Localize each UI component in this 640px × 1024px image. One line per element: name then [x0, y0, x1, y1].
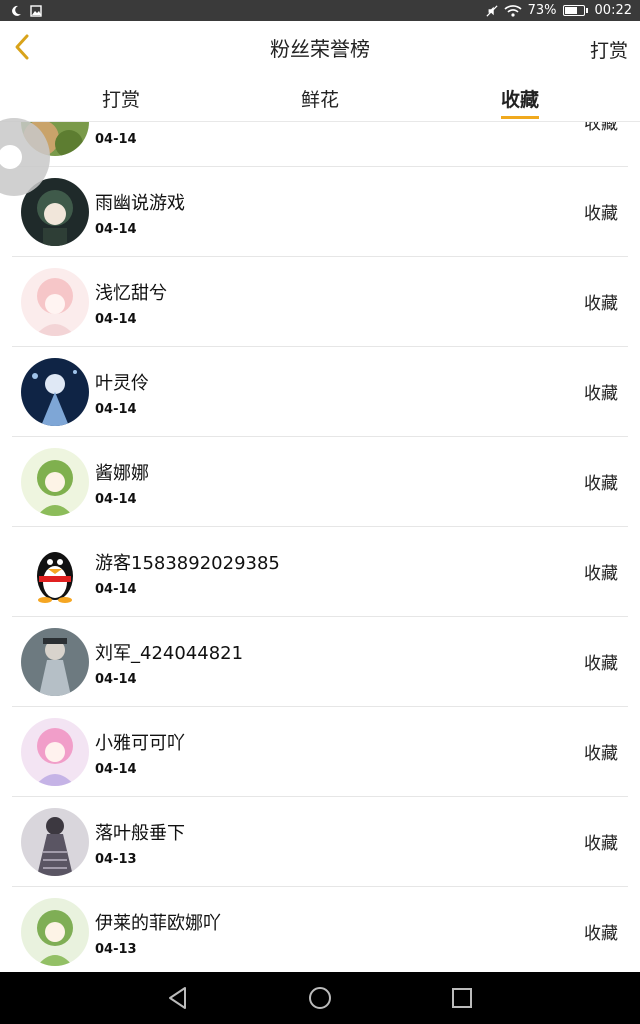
- wifi-icon: [504, 5, 522, 17]
- image-icon: [30, 4, 42, 17]
- moon-icon: [10, 5, 22, 17]
- battery-percent: 73%: [527, 3, 557, 18]
- user-name: 叶灵伶: [95, 373, 149, 394]
- avatar: [21, 358, 89, 426]
- list-item[interactable]: 04-14 收藏: [12, 122, 628, 167]
- action-label: 收藏: [584, 654, 618, 674]
- avatar: [21, 538, 89, 606]
- action-label: 收藏: [584, 384, 618, 404]
- tab-flowers[interactable]: 鲜花: [301, 85, 339, 112]
- list-item[interactable]: 浅忆甜兮 04-14 收藏: [12, 257, 628, 347]
- action-label: 收藏: [584, 474, 618, 494]
- reward-button[interactable]: 打赏: [590, 36, 628, 63]
- nav-recent-icon[interactable]: [446, 982, 478, 1014]
- user-name: 浅忆甜兮: [95, 283, 167, 304]
- action-label: 收藏: [584, 204, 618, 224]
- tab-favorites[interactable]: 收藏: [501, 85, 539, 112]
- user-name: 伊莱的菲欧娜吖: [95, 913, 221, 934]
- action-label: 收藏: [584, 294, 618, 314]
- back-arrow-icon: [15, 34, 29, 60]
- status-bar: 73% 00:22: [0, 0, 640, 21]
- tab-reward[interactable]: 打赏: [102, 85, 140, 112]
- fan-list[interactable]: 04-14 收藏 雨幽说游戏 04-14 收藏 浅忆甜兮 04-14 收藏 叶灵…: [0, 122, 640, 972]
- avatar: [21, 898, 89, 966]
- date: 04-14: [95, 492, 137, 507]
- back-button[interactable]: [8, 31, 36, 63]
- active-tab-indicator: [501, 116, 539, 119]
- action-label: 收藏: [584, 834, 618, 854]
- avatar: [21, 628, 89, 696]
- user-name: 雨幽说游戏: [95, 193, 185, 214]
- clock: 00:22: [594, 3, 632, 18]
- list-item[interactable]: 伊莱的菲欧娜吖 04-13 收藏: [12, 887, 628, 972]
- user-name: 刘军_424044821: [95, 643, 244, 664]
- tab-bar: 打赏 鲜花 收藏: [0, 73, 640, 122]
- app-header: 粉丝荣誉榜 打赏: [0, 21, 640, 74]
- list-item[interactable]: 刘军_424044821 04-14 收藏: [12, 617, 628, 707]
- date: 04-14: [95, 582, 137, 597]
- date: 04-13: [95, 852, 137, 867]
- action-label: 收藏: [584, 564, 618, 584]
- floating-ball-center: [0, 145, 22, 169]
- date: 04-14: [95, 222, 137, 237]
- avatar: [21, 268, 89, 336]
- system-nav-bar: [0, 972, 640, 1024]
- date: 04-14: [95, 132, 137, 147]
- action-label: 收藏: [584, 122, 618, 134]
- avatar: [21, 448, 89, 516]
- nav-back-icon[interactable]: [162, 982, 194, 1014]
- date: 04-14: [95, 312, 137, 327]
- avatar: [21, 718, 89, 786]
- list-item[interactable]: 小雅可可吖 04-14 收藏: [12, 707, 628, 797]
- user-name: 游客1583892029385: [95, 553, 280, 574]
- date: 04-14: [95, 672, 137, 687]
- list-item[interactable]: 落叶般垂下 04-13 收藏: [12, 797, 628, 887]
- nav-home-icon[interactable]: [304, 982, 336, 1014]
- user-name: 小雅可可吖: [95, 733, 185, 754]
- action-label: 收藏: [584, 744, 618, 764]
- date: 04-14: [95, 762, 137, 777]
- mute-icon: [486, 4, 498, 17]
- date: 04-13: [95, 942, 137, 957]
- list-item[interactable]: 酱娜娜 04-14 收藏: [12, 437, 628, 527]
- page-title: 粉丝荣誉榜: [270, 36, 370, 61]
- action-label: 收藏: [584, 924, 618, 944]
- user-name: 落叶般垂下: [95, 823, 185, 844]
- date: 04-14: [95, 402, 137, 417]
- list-item[interactable]: 叶灵伶 04-14 收藏: [12, 347, 628, 437]
- user-name: 酱娜娜: [95, 463, 149, 484]
- battery-icon: [562, 5, 588, 16]
- avatar: [21, 808, 89, 876]
- list-item[interactable]: 雨幽说游戏 04-14 收藏: [12, 167, 628, 257]
- list-item[interactable]: 游客1583892029385 04-14 收藏: [12, 527, 628, 617]
